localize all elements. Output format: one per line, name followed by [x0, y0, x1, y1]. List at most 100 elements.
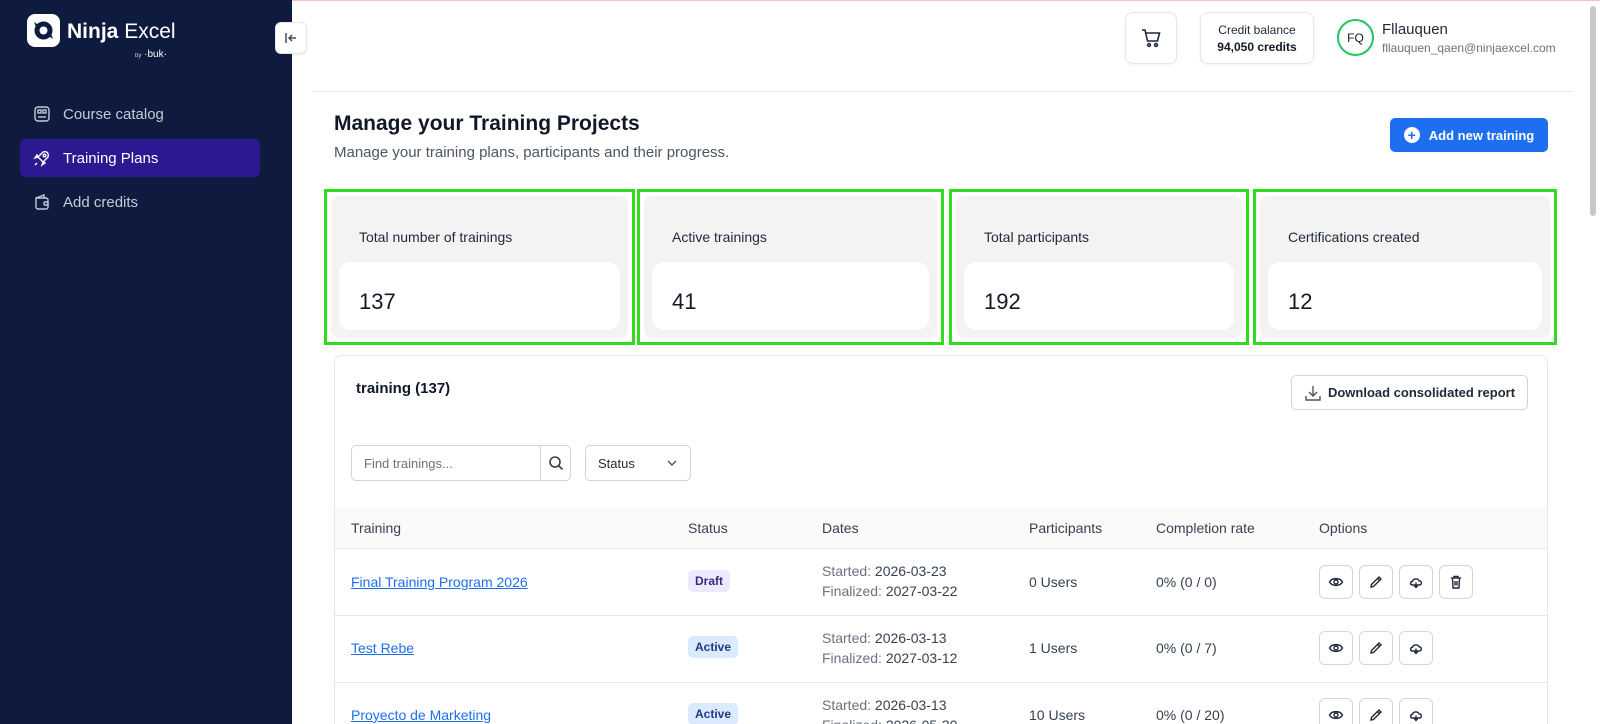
collapse-left-icon — [285, 33, 296, 43]
training-dates: Started: 2026-03-13 Finalized: 2027-03-1… — [822, 630, 958, 666]
page-title: Manage your Training Projects — [334, 112, 640, 135]
stat-label: Certifications created — [1288, 229, 1420, 245]
stat-certifications: Certifications created 12 — [1253, 189, 1557, 345]
cart-icon — [1142, 29, 1161, 48]
sidebar-item-label: Add credits — [63, 193, 139, 211]
column-header-participants[interactable]: Participants — [1029, 520, 1102, 536]
add-new-training-button[interactable]: + Add new training — [1390, 118, 1548, 152]
view-button[interactable] — [1319, 698, 1353, 724]
pencil-icon — [1370, 642, 1382, 654]
download-report-button[interactable]: Download consolidated report — [1291, 375, 1528, 410]
training-name-link[interactable]: Test Rebe — [351, 640, 414, 656]
trash-icon — [1451, 575, 1461, 589]
column-header-status[interactable]: Status — [688, 520, 728, 536]
rocket-icon — [32, 148, 52, 168]
row-options — [1319, 631, 1433, 665]
credit-label: Credit balance — [1218, 23, 1296, 37]
user-email: fllauquen_qaen@ninjaexcel.com — [1382, 41, 1556, 55]
upload-button[interactable] — [1399, 565, 1433, 599]
pencil-icon — [1370, 576, 1382, 588]
column-header-dates[interactable]: Dates — [822, 520, 859, 536]
eye-icon — [1328, 577, 1344, 587]
pencil-icon — [1370, 709, 1382, 721]
sidebar-item-label: Training Plans — [63, 149, 159, 167]
upload-button[interactable] — [1399, 698, 1433, 724]
table-row: Test Rebe Active Started: 2026-03-13 Fin… — [335, 616, 1547, 683]
training-dates: Started: 2026-03-23 Finalized: 2027-03-2… — [822, 563, 958, 599]
table-row: Proyecto de Marketing Active Started: 20… — [335, 683, 1547, 724]
sidebar-item-course-catalog[interactable]: Course catalog — [20, 95, 260, 133]
top-header: Credit balance 94,050 credits FQ Fllauqu… — [312, 0, 1572, 92]
completion-rate: 0% (0 / 7) — [1156, 640, 1217, 656]
row-options — [1319, 565, 1473, 599]
edit-button[interactable] — [1359, 631, 1393, 665]
stat-total-participants: Total participants 192 — [949, 189, 1249, 345]
training-name-link[interactable]: Proyecto de Marketing — [351, 707, 491, 723]
sidebar-item-training-plans[interactable]: Training Plans — [20, 139, 260, 177]
stat-label: Total participants — [984, 229, 1090, 245]
brand-logo[interactable]: Ninja Excel — [27, 14, 176, 47]
search-box — [351, 445, 571, 481]
wallet-icon — [32, 192, 52, 212]
cloud-upload-icon — [1409, 578, 1423, 589]
stat-value: 41 — [672, 289, 697, 314]
search-button[interactable] — [540, 446, 570, 480]
avatar[interactable]: FQ — [1337, 19, 1374, 56]
completion-rate: 0% (0 / 20) — [1156, 707, 1225, 723]
completion-rate: 0% (0 / 0) — [1156, 574, 1217, 590]
view-button[interactable] — [1319, 565, 1353, 599]
sidebar: Ninja Excel by ·buk· Course catalog Trai… — [0, 0, 292, 724]
edit-button[interactable] — [1359, 698, 1393, 724]
brand-partner: by ·buk· — [135, 49, 167, 60]
sidebar-item-label: Course catalog — [63, 105, 164, 123]
column-header-training[interactable]: Training — [351, 520, 401, 536]
participants-count: 1 Users — [1029, 640, 1078, 656]
page-subtitle: Manage your training plans, participants… — [334, 144, 730, 161]
column-header-completion[interactable]: Completion rate — [1156, 520, 1255, 536]
credit-balance: Credit balance 94,050 credits — [1200, 12, 1314, 64]
edit-button[interactable] — [1359, 565, 1393, 599]
cart-button[interactable] — [1125, 12, 1177, 64]
credit-value: 94,050 credits — [1217, 40, 1297, 54]
search-input[interactable] — [352, 446, 540, 480]
add-button-label: Add new training — [1428, 127, 1535, 143]
cloud-upload-icon — [1409, 711, 1423, 722]
page-scrollbar[interactable] — [1590, 6, 1596, 216]
download-icon — [1305, 385, 1321, 401]
sidebar-item-add-credits[interactable]: Add credits — [20, 183, 260, 221]
sidebar-nav: Course catalog Training Plans Add credit… — [20, 95, 260, 227]
status-badge: Active — [688, 703, 739, 724]
status-filter-label: Status — [598, 455, 635, 471]
chevron-down-icon — [667, 460, 677, 466]
row-options — [1319, 698, 1433, 724]
table-header: Training Status Dates Participants Compl… — [335, 508, 1547, 549]
participants-count: 10 Users — [1029, 707, 1086, 723]
delete-button[interactable] — [1439, 565, 1473, 599]
brand-name: Ninja Excel — [67, 20, 176, 43]
stat-value: 12 — [1288, 289, 1313, 314]
download-button-label: Download consolidated report — [1327, 385, 1516, 400]
stat-total-trainings: Total number of trainings 137 — [324, 189, 635, 345]
cloud-upload-icon — [1409, 644, 1423, 655]
eye-icon — [1328, 643, 1344, 653]
stat-label: Total number of trainings — [359, 229, 513, 245]
status-filter-select[interactable]: Status — [585, 445, 691, 481]
stat-active-trainings: Active trainings 41 — [637, 189, 944, 345]
stat-label: Active trainings — [672, 229, 767, 245]
upload-button[interactable] — [1399, 631, 1433, 665]
training-name-link[interactable]: Final Training Program 2026 — [351, 574, 528, 590]
eye-icon — [1328, 710, 1344, 720]
status-badge: Draft — [688, 570, 731, 592]
column-header-options: Options — [1319, 520, 1368, 536]
training-dates: Started: 2026-03-13 Finalized: 2026-05-3… — [822, 697, 957, 724]
table-row: Final Training Program 2026 Draft Starte… — [335, 549, 1547, 616]
collapse-sidebar-button[interactable] — [275, 22, 307, 54]
status-badge: Active — [688, 636, 739, 658]
stat-value: 192 — [984, 289, 1021, 314]
stat-value: 137 — [359, 289, 396, 314]
panel-title: training (137) — [356, 380, 451, 397]
participants-count: 0 Users — [1029, 574, 1078, 590]
user-name: Fllauquen — [1382, 21, 1448, 38]
view-button[interactable] — [1319, 631, 1353, 665]
ninja-logo-icon — [27, 14, 60, 47]
